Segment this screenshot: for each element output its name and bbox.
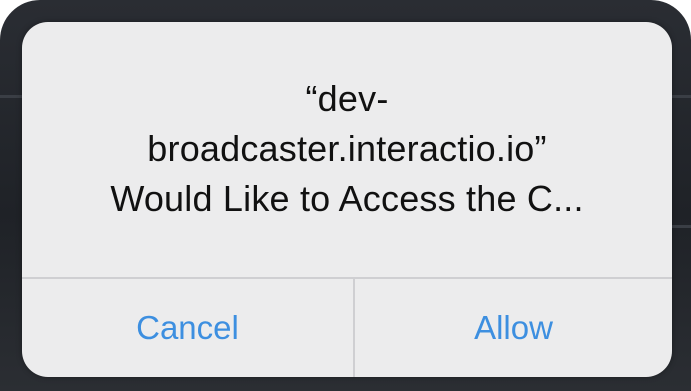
alert-message-line: “dev- bbox=[305, 78, 389, 119]
background-separator bbox=[669, 225, 691, 228]
allow-button[interactable]: Allow bbox=[355, 279, 672, 377]
cancel-button[interactable]: Cancel bbox=[22, 279, 353, 377]
alert-message-line: broadcaster.interactio.io” bbox=[147, 128, 547, 169]
alert-message: “dev- broadcaster.interactio.io” Would L… bbox=[22, 74, 672, 224]
background-separator bbox=[0, 95, 22, 98]
background-separator bbox=[669, 95, 691, 98]
permission-alert-dialog: “dev- broadcaster.interactio.io” Would L… bbox=[22, 22, 672, 377]
screen-background: “dev- broadcaster.interactio.io” Would L… bbox=[0, 0, 691, 391]
alert-message-line: Would Like to Access the C... bbox=[110, 178, 584, 219]
